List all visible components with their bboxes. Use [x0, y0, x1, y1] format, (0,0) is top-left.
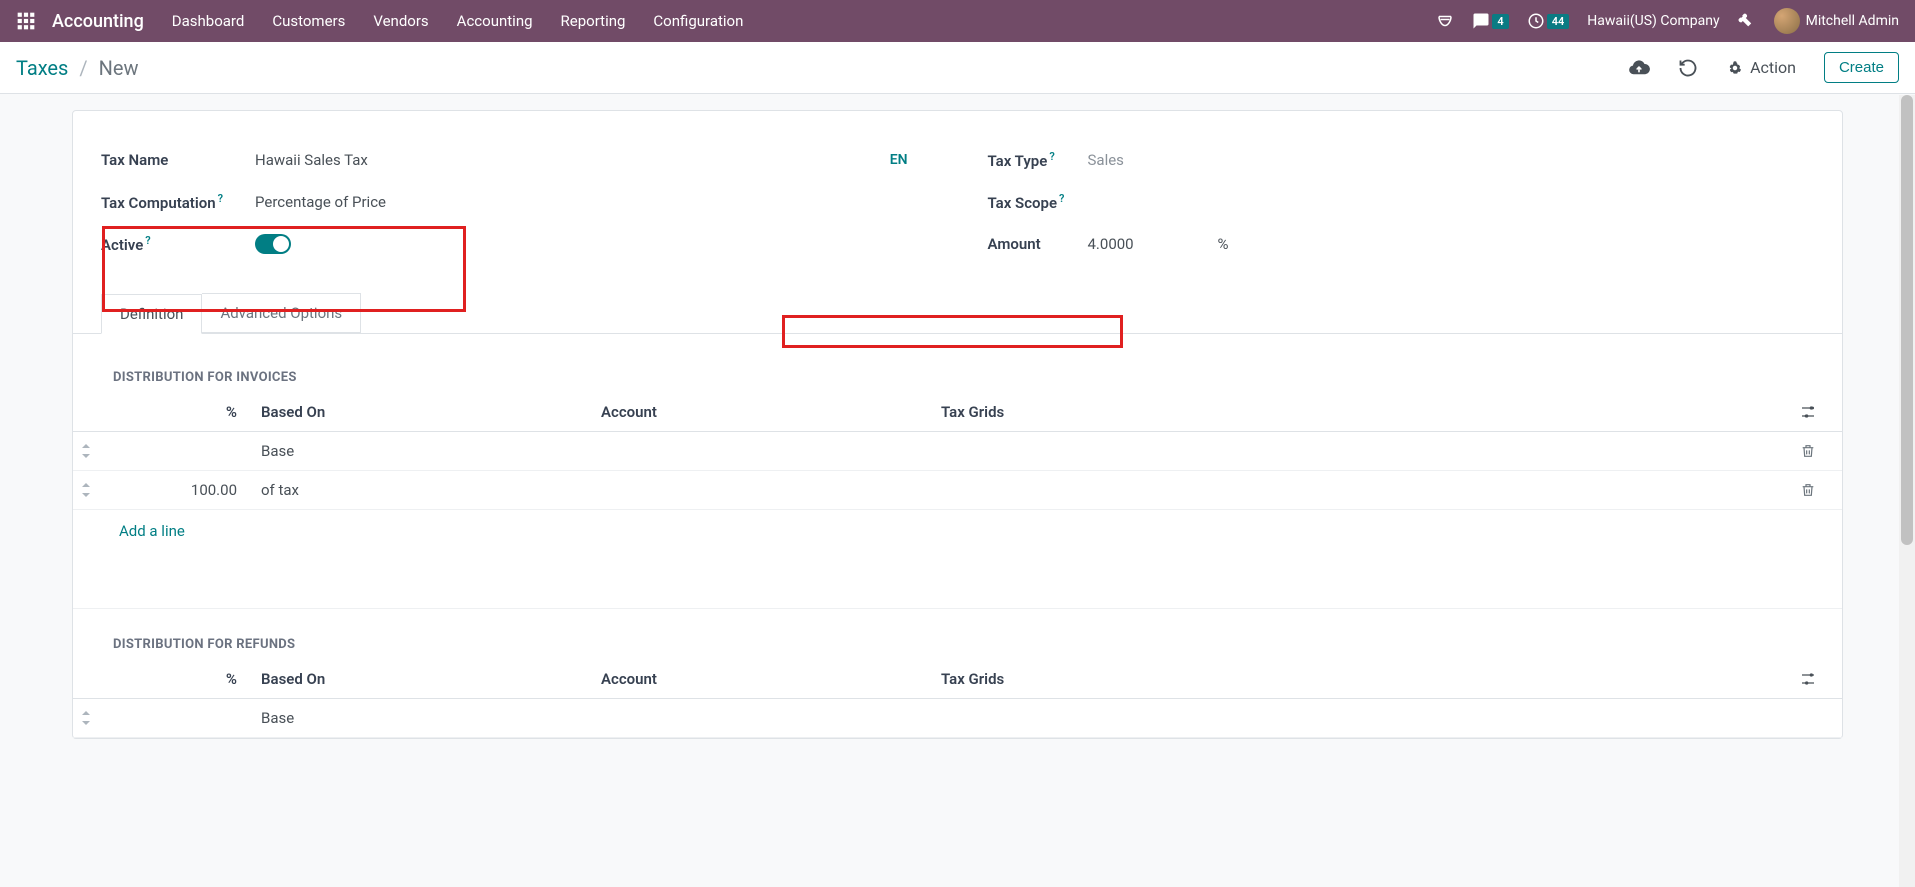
scroll-thumb[interactable]: [1901, 95, 1913, 545]
cell-based[interactable]: Base: [253, 432, 593, 471]
col-based: Based On: [253, 660, 593, 699]
help-icon[interactable]: ?: [145, 234, 150, 247]
table-invoices: % Based On Account Tax Grids: [73, 393, 1842, 609]
table-row[interactable]: Base: [73, 698, 1842, 737]
help-icon[interactable]: ?: [1059, 192, 1064, 205]
apps-icon[interactable]: [16, 11, 36, 31]
user-menu[interactable]: Mitchell Admin: [1774, 8, 1899, 34]
table-refunds: % Based On Account Tax Grids: [73, 660, 1842, 738]
help-icon[interactable]: ?: [218, 192, 223, 205]
label-tax-computation: Tax Computation?: [101, 192, 255, 212]
nav-customers[interactable]: Customers: [272, 12, 345, 30]
cell-account[interactable]: [593, 432, 933, 471]
delete-icon[interactable]: [1792, 432, 1842, 471]
input-tax-type[interactable]: Sales: [1088, 151, 1124, 169]
cell-account[interactable]: [593, 698, 933, 737]
help-icon[interactable]: ?: [1049, 150, 1054, 163]
input-tax-name[interactable]: Hawaii Sales Tax: [255, 151, 368, 169]
col-based: Based On: [253, 393, 593, 432]
table-row[interactable]: 100.00 of tax: [73, 471, 1842, 510]
breadcrumb-sep: /: [79, 56, 87, 80]
tab-panel-definition: DISTRIBUTION FOR INVOICES % Based On Acc…: [73, 333, 1842, 738]
navbar: Accounting Dashboard Customers Vendors A…: [0, 0, 1915, 42]
drag-handle-icon[interactable]: [73, 698, 113, 737]
col-percent: %: [113, 393, 253, 432]
delete-icon[interactable]: [1792, 471, 1842, 510]
section-invoices: DISTRIBUTION FOR INVOICES: [73, 362, 1842, 393]
create-button[interactable]: Create: [1824, 52, 1899, 83]
drag-handle-icon[interactable]: [73, 471, 113, 510]
label-tax-scope: Tax Scope?: [988, 192, 1088, 212]
delete-icon[interactable]: [1792, 698, 1842, 737]
tab-definition[interactable]: Definition: [101, 294, 202, 334]
breadcrumb-current: New: [99, 56, 139, 80]
chat-badge: 4: [1492, 14, 1508, 29]
nav-vendors[interactable]: Vendors: [373, 12, 428, 30]
form-card: Tax Name Hawaii Sales Tax EN Tax Computa…: [72, 110, 1843, 739]
cell-account[interactable]: [593, 471, 933, 510]
nav-accounting[interactable]: Accounting: [457, 12, 533, 30]
toolbar: Taxes / New Action Create: [0, 42, 1915, 94]
label-amount: Amount: [988, 235, 1088, 253]
user-name: Mitchell Admin: [1806, 13, 1899, 29]
label-tax-type: Tax Type?: [988, 150, 1088, 170]
activity-icon[interactable]: 44: [1527, 12, 1570, 30]
toggle-active[interactable]: [255, 234, 291, 254]
breadcrumb-root[interactable]: Taxes: [16, 56, 68, 80]
col-account: Account: [593, 393, 933, 432]
tabs: Definition Advanced Options: [101, 293, 1814, 333]
breadcrumb: Taxes / New: [16, 56, 138, 80]
col-account: Account: [593, 660, 933, 699]
field-tax-type: Tax Type? Sales: [988, 139, 1815, 181]
col-options[interactable]: [1792, 393, 1842, 432]
input-amount[interactable]: 4.0000: [1088, 235, 1218, 253]
field-amount: Amount 4.0000 %: [988, 223, 1815, 265]
col-grids: Tax Grids: [933, 393, 1792, 432]
add-line[interactable]: Add a line: [73, 510, 1842, 552]
label-tax-name: Tax Name: [101, 151, 255, 169]
field-tax-computation: Tax Computation? Percentage of Price: [101, 181, 928, 223]
tools-icon[interactable]: [1738, 12, 1756, 30]
avatar: [1774, 8, 1800, 34]
content: Tax Name Hawaii Sales Tax EN Tax Computa…: [0, 94, 1915, 886]
nav-menu: Dashboard Customers Vendors Accounting R…: [172, 12, 744, 30]
action-label: Action: [1750, 58, 1796, 77]
field-tax-name: Tax Name Hawaii Sales Tax EN: [101, 139, 928, 181]
app-name[interactable]: Accounting: [52, 11, 144, 32]
amount-unit: %: [1218, 235, 1229, 253]
col-grids: Tax Grids: [933, 660, 1792, 699]
drag-handle-icon[interactable]: [73, 432, 113, 471]
nav-configuration[interactable]: Configuration: [653, 12, 743, 30]
cell-grids[interactable]: [933, 432, 1792, 471]
phone-icon[interactable]: [1436, 12, 1454, 30]
chat-icon[interactable]: 4: [1472, 12, 1508, 30]
field-active: Active?: [101, 223, 928, 265]
cell-pct[interactable]: [113, 698, 253, 737]
col-options[interactable]: [1792, 660, 1842, 699]
discard-icon[interactable]: [1678, 58, 1698, 78]
add-line-row: Add a line: [73, 510, 1842, 553]
cell-grids[interactable]: [933, 698, 1792, 737]
col-percent: %: [113, 660, 253, 699]
cell-pct[interactable]: 100.00: [113, 471, 253, 510]
nav-dashboard[interactable]: Dashboard: [172, 12, 245, 30]
input-tax-computation[interactable]: Percentage of Price: [255, 193, 386, 211]
table-row[interactable]: Base: [73, 432, 1842, 471]
activity-badge: 44: [1547, 14, 1570, 29]
section-refunds: DISTRIBUTION FOR REFUNDS: [73, 629, 1842, 660]
cell-based[interactable]: of tax: [253, 471, 593, 510]
action-menu[interactable]: Action: [1726, 58, 1796, 77]
scrollbar[interactable]: ▴: [1899, 95, 1915, 887]
lang-badge[interactable]: EN: [890, 152, 928, 168]
field-tax-scope: Tax Scope?: [988, 181, 1815, 223]
save-cloud-icon[interactable]: [1628, 57, 1650, 79]
label-active: Active?: [101, 234, 255, 254]
cell-based[interactable]: Base: [253, 698, 593, 737]
cell-grids[interactable]: [933, 471, 1792, 510]
tab-advanced[interactable]: Advanced Options: [202, 293, 361, 333]
company-selector[interactable]: Hawaii(US) Company: [1587, 13, 1719, 29]
cell-pct[interactable]: [113, 432, 253, 471]
nav-reporting[interactable]: Reporting: [561, 12, 626, 30]
